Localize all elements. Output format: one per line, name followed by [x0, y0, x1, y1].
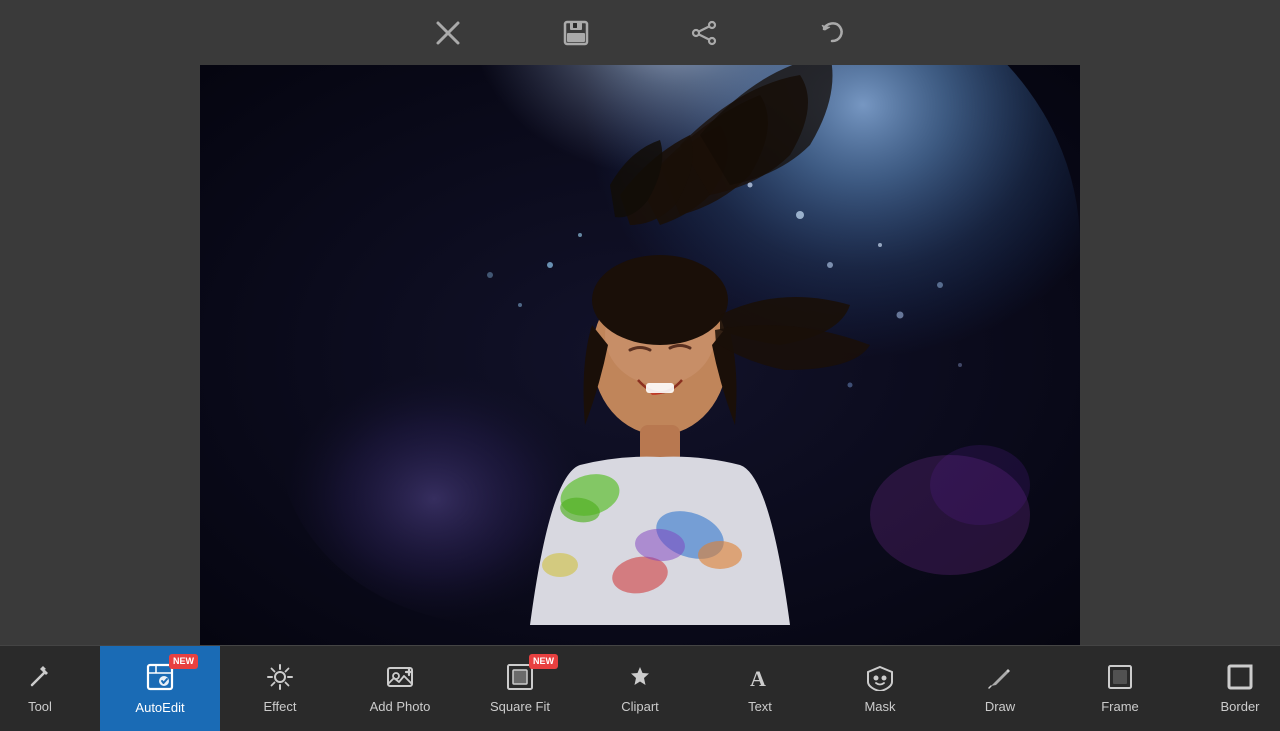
autoedit-new-badge: NEW — [169, 654, 198, 669]
save-button[interactable] — [552, 9, 600, 57]
clipart-icon — [626, 663, 654, 695]
mask-button[interactable]: Mask — [820, 646, 940, 731]
svg-text:A: A — [750, 666, 766, 691]
undo-button[interactable] — [808, 9, 856, 57]
draw-button[interactable]: Draw — [940, 646, 1060, 731]
border-label: Border — [1220, 699, 1259, 714]
tool-label: Tool — [28, 699, 52, 714]
draw-label: Draw — [985, 699, 1015, 714]
clipart-button[interactable]: Clipart — [580, 646, 700, 731]
autoedit-label: AutoEdit — [135, 700, 184, 715]
bottom-toolbar: Tool NEW AutoEdit — [0, 645, 1280, 731]
tool-icon — [26, 663, 54, 695]
border-button[interactable]: Border — [1180, 646, 1280, 731]
autoedit-button[interactable]: NEW AutoEdit — [100, 646, 220, 731]
border-icon — [1226, 663, 1254, 695]
top-toolbar — [0, 0, 1280, 65]
tool-items-container: Tool NEW AutoEdit — [0, 646, 1280, 731]
squarefit-label: Square Fit — [490, 699, 550, 714]
squarefit-button[interactable]: NEW Square Fit — [460, 646, 580, 731]
addphoto-label: Add Photo — [370, 699, 431, 714]
clipart-label: Clipart — [621, 699, 659, 714]
effect-label: Effect — [263, 699, 296, 714]
draw-icon — [986, 663, 1014, 695]
squarefit-new-badge: NEW — [529, 654, 558, 669]
text-button[interactable]: A Text — [700, 646, 820, 731]
tool-button[interactable]: Tool — [0, 646, 100, 731]
frame-label: Frame — [1101, 699, 1139, 714]
effect-icon — [266, 663, 294, 695]
mask-icon — [866, 663, 894, 695]
text-icon: A — [746, 663, 774, 695]
frame-button[interactable]: Frame — [1060, 646, 1180, 731]
photo-canvas — [200, 65, 1080, 645]
mask-label: Mask — [864, 699, 895, 714]
close-button[interactable] — [424, 9, 472, 57]
addphoto-button[interactable]: Add Photo — [340, 646, 460, 731]
share-button[interactable] — [680, 9, 728, 57]
effect-button[interactable]: Effect — [220, 646, 340, 731]
addphoto-icon — [386, 663, 414, 695]
canvas-area — [0, 65, 1280, 645]
text-label: Text — [748, 699, 772, 714]
frame-icon — [1106, 663, 1134, 695]
